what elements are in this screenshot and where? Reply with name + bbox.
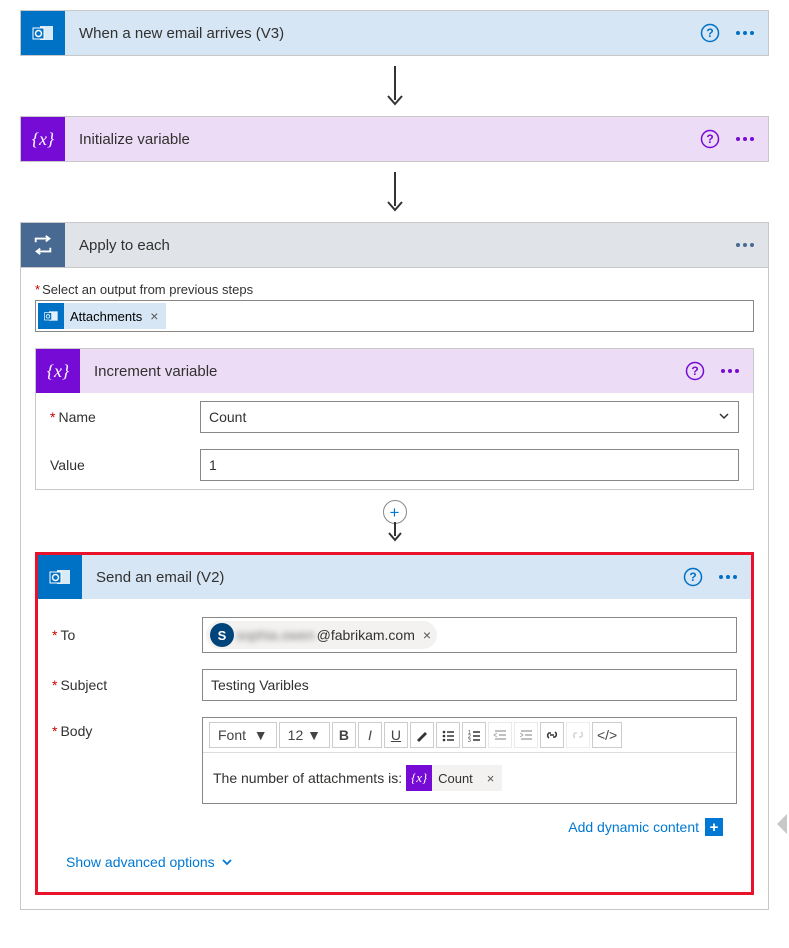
outdent-button[interactable] [488, 722, 512, 748]
outlook-icon [38, 555, 82, 599]
bold-button[interactable]: B [332, 722, 356, 748]
font-size-select[interactable]: 12 ▼ [279, 722, 330, 748]
body-text: The number of attachments is: [213, 770, 402, 786]
svg-text:3: 3 [468, 738, 471, 742]
more-icon[interactable] [721, 369, 739, 373]
name-select[interactable]: Count [200, 401, 739, 433]
variable-icon: {x} [36, 349, 80, 393]
name-label: *Name [50, 409, 200, 425]
more-icon[interactable] [719, 575, 737, 579]
apply-to-each-card[interactable]: Apply to each [20, 222, 769, 268]
code-view-button[interactable]: </> [592, 722, 622, 748]
unlink-button[interactable] [566, 722, 590, 748]
body-label: *Body [52, 717, 202, 739]
subject-label: *Subject [52, 677, 202, 693]
bullet-list-button[interactable] [436, 722, 460, 748]
chevron-down-icon [718, 409, 730, 425]
font-family-select[interactable]: Font ▼ [209, 722, 277, 748]
indent-button[interactable] [514, 722, 538, 748]
initialize-variable-card[interactable]: {x} Initialize variable ? [20, 116, 769, 162]
increment-variable-card[interactable]: {x} Increment variable ? *Name Count [35, 348, 754, 490]
more-icon[interactable] [736, 31, 754, 35]
link-button[interactable] [540, 722, 564, 748]
outlook-icon [21, 11, 65, 55]
add-step-connector: + [35, 500, 754, 524]
add-step-button[interactable]: + [383, 500, 407, 524]
value-input[interactable]: 1 [200, 449, 739, 481]
svg-text:?: ? [689, 570, 696, 584]
body-editor[interactable]: Font ▼ 12 ▼ B I U 123 [202, 717, 737, 804]
remove-token-icon[interactable]: × [479, 771, 503, 786]
remove-token-icon[interactable]: × [142, 308, 166, 324]
to-input[interactable]: S sophia.owen @fabrikam.com × [202, 617, 737, 653]
step-title: Apply to each [65, 237, 736, 254]
step-title: When a new email arrives (V3) [65, 25, 700, 42]
underline-button[interactable]: U [384, 722, 408, 748]
avatar: S [210, 623, 234, 647]
add-dynamic-content-link[interactable]: Add dynamic content [568, 819, 699, 835]
to-label: *To [52, 627, 202, 643]
connector-arrow [0, 162, 789, 222]
number-list-button[interactable]: 123 [462, 722, 486, 748]
more-icon[interactable] [736, 137, 754, 141]
attachments-token[interactable]: Attachments × [38, 303, 166, 329]
send-email-card-highlight: Send an email (V2) ? *To S sophia.owen [35, 552, 754, 895]
subject-input[interactable]: Testing Varibles [202, 669, 737, 701]
value-label: Value [50, 457, 200, 473]
send-email-card[interactable]: Send an email (V2) ? *To S sophia.owen [38, 555, 751, 892]
variable-icon: {x} [21, 117, 65, 161]
highlight-button[interactable] [410, 722, 434, 748]
email-user-blurred: sophia.owen [234, 627, 317, 643]
body-content[interactable]: The number of attachments is: {x} Count … [203, 753, 736, 803]
step-title: Increment variable [80, 363, 685, 380]
help-icon[interactable]: ? [700, 129, 720, 149]
email-domain: @fabrikam.com [317, 627, 415, 643]
apply-to-each-body: *Select an output from previous steps At… [20, 268, 769, 910]
more-icon[interactable] [736, 243, 754, 247]
outlook-chip-icon [38, 303, 64, 329]
add-dynamic-content-button[interactable]: + [705, 818, 723, 836]
chevron-down-icon [221, 856, 233, 868]
italic-button[interactable]: I [358, 722, 382, 748]
remove-recipient-icon[interactable]: × [423, 627, 431, 643]
step-title: Send an email (V2) [82, 569, 683, 586]
token-label: Attachments [70, 309, 142, 324]
variable-icon: {x} [406, 765, 432, 791]
rte-toolbar: Font ▼ 12 ▼ B I U 123 [203, 718, 736, 753]
step-title: Initialize variable [65, 131, 700, 148]
help-icon[interactable]: ? [700, 23, 720, 43]
loop-icon [21, 223, 65, 267]
connector-arrow [0, 56, 789, 116]
show-advanced-options-link[interactable]: Show advanced options [66, 854, 233, 870]
select-output-input[interactable]: Attachments × [35, 300, 754, 332]
count-variable-token[interactable]: {x} Count × [406, 765, 502, 791]
flyout-pointer [777, 814, 787, 834]
help-icon[interactable]: ? [683, 567, 703, 587]
help-icon[interactable]: ? [685, 361, 705, 381]
svg-text:?: ? [691, 364, 698, 378]
select-output-label: *Select an output from previous steps [35, 282, 754, 297]
trigger-card[interactable]: When a new email arrives (V3) ? [20, 10, 769, 56]
recipient-pill[interactable]: S sophia.owen @fabrikam.com × [206, 621, 437, 649]
svg-text:?: ? [706, 132, 713, 146]
svg-text:?: ? [706, 26, 713, 40]
